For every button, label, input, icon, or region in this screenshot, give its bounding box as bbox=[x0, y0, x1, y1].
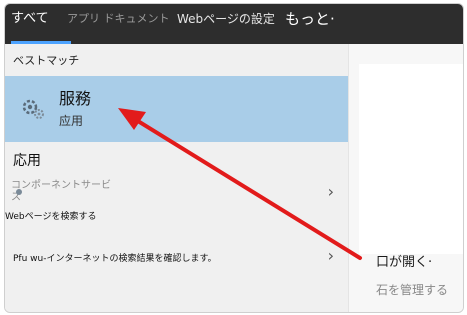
tab-apps-documents[interactable]: アプリ ドキュメント bbox=[67, 4, 170, 44]
results-panel: ベストマッチ 服務 应用 応用 コンポーネントサービス › Webページを検索す… bbox=[5, 44, 348, 312]
best-match-subtitle: 应用 bbox=[59, 114, 84, 128]
section-best-match: ベストマッチ bbox=[13, 54, 80, 67]
web-search-result-label: Pfu wu-インターネットの検索結果を確認します。 bbox=[13, 254, 217, 264]
tab-all[interactable]: すべて bbox=[11, 4, 71, 44]
section-apps: 応用 bbox=[13, 153, 41, 169]
web-search-heading: Webページを検索する bbox=[5, 212, 97, 222]
gear-icon bbox=[22, 99, 44, 119]
search-tab-bar: すべて アプリ ドキュメント Webページの設定 もっと· bbox=[5, 4, 463, 44]
web-search-result[interactable]: Pfu wu-インターネットの検索結果を確認します。 › bbox=[5, 246, 348, 270]
preview-card bbox=[359, 64, 463, 254]
chevron-right-icon: › bbox=[327, 246, 334, 265]
component-services-label: コンポーネントサービス bbox=[11, 180, 111, 203]
best-match-title: 服務 bbox=[59, 89, 92, 108]
component-icon bbox=[16, 189, 22, 195]
chevron-right-icon: › bbox=[327, 182, 334, 201]
tab-web[interactable]: Webページの設定 bbox=[177, 4, 275, 44]
tab-all-label: すべて bbox=[11, 11, 49, 26]
manage-action[interactable]: 石を管理する bbox=[376, 281, 448, 298]
component-services-item[interactable]: コンポーネントサービス › bbox=[5, 176, 348, 212]
preview-panel bbox=[348, 44, 463, 312]
best-match-item[interactable]: 服務 应用 bbox=[5, 76, 348, 142]
tab-more[interactable]: もっと· bbox=[285, 4, 335, 44]
open-action[interactable]: 口が開く· bbox=[376, 251, 432, 270]
